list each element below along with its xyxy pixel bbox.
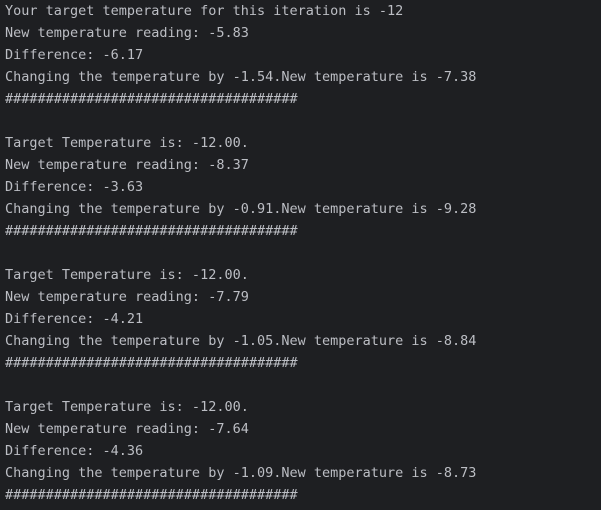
console-line: New temperature reading: -5.83 — [5, 25, 249, 41]
console-line: New temperature reading: -7.79 — [5, 289, 249, 305]
console-line: Target Temperature is: -12.00. — [5, 399, 249, 415]
console-separator: #################################### — [5, 223, 298, 239]
console-separator: #################################### — [5, 355, 298, 371]
console-line: Changing the temperature by -0.91.New te… — [5, 201, 477, 217]
console-line: Difference: -4.36 — [5, 443, 144, 459]
console-separator: #################################### — [5, 91, 298, 107]
console-separator: #################################### — [5, 487, 298, 503]
console-line: Target Temperature is: -12.00. — [5, 135, 249, 151]
console-line: Your target temperature for this iterati… — [5, 3, 404, 19]
console-output[interactable]: Your target temperature for this iterati… — [0, 0, 601, 510]
console-line: New temperature reading: -8.37 — [5, 157, 249, 173]
console-line: Target Temperature is: -12.00. — [5, 267, 249, 283]
console-line: Changing the temperature by -1.05.New te… — [5, 333, 477, 349]
console-line: Difference: -4.21 — [5, 311, 144, 327]
console-line: Difference: -6.17 — [5, 47, 144, 63]
console-line: Difference: -3.63 — [5, 179, 144, 195]
console-line: Changing the temperature by -1.54.New te… — [5, 69, 477, 85]
console-line: Changing the temperature by -1.09.New te… — [5, 465, 477, 481]
console-line: New temperature reading: -7.64 — [5, 421, 249, 437]
